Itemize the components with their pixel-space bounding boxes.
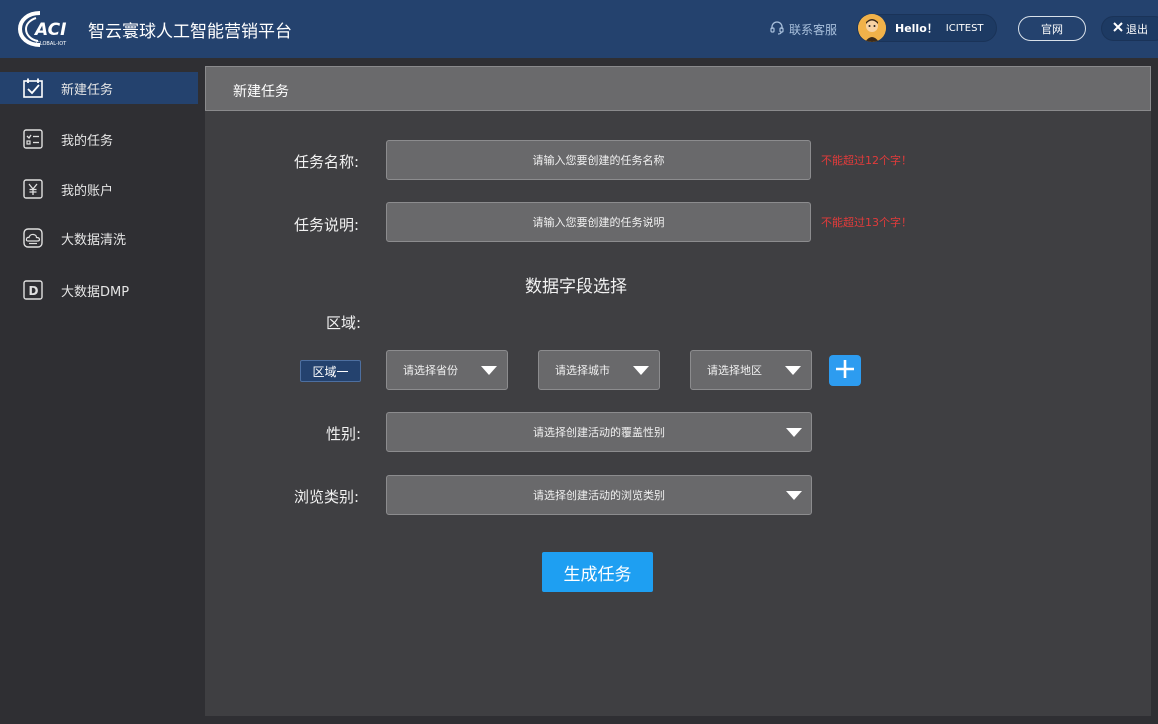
contact-support-link[interactable]: 联系客服 [769,20,837,39]
add-region-button[interactable] [829,355,861,386]
browse-category-select[interactable]: 请选择创建活动的浏览类别 [386,475,812,515]
letter-d-icon: D [22,279,44,301]
calendar-check-icon [22,77,44,99]
sidebar-item-label: 我的任务 [61,133,114,149]
username: ICITEST [945,22,984,34]
svg-text:D: D [29,284,39,298]
chevron-down-icon [481,366,497,375]
gender-select-text: 请选择创建活动的覆盖性别 [533,426,665,439]
app-title: 智云寰球人工智能营销平台 [88,22,292,42]
avatar [858,14,886,42]
plus-icon [835,359,855,383]
gender-select[interactable]: 请选择创建活动的覆盖性别 [386,412,812,452]
user-menu[interactable]: Hello！ ICITEST [857,14,997,42]
svg-text:ACI: ACI [33,20,66,40]
sidebar-item-label: 大数据DMP [61,284,130,300]
sidebar-item-dmp[interactable]: D 大数据DMP [0,274,198,306]
official-site-button[interactable]: 官网 [1018,16,1086,41]
city-select[interactable]: 请选择城市 [538,350,660,390]
province-select[interactable]: 请选择省份 [386,350,508,390]
aci-logo: ACI GLOBAL-IOT [17,9,82,49]
headset-icon [769,20,785,39]
task-name-label: 任务名称: [294,153,360,171]
task-desc-label: 任务说明: [294,216,360,234]
task-list-icon [22,128,44,150]
yuan-icon [22,178,44,200]
logout-label: 退出 [1126,22,1148,36]
task-name-hint: 不能超过12个字！ [821,154,912,167]
browse-category-select-text: 请选择创建活动的浏览类别 [533,489,665,502]
logout-button[interactable]: 退出 [1101,16,1158,41]
generate-task-button[interactable]: 生成任务 [542,552,653,592]
district-select[interactable]: 请选择地区 [690,350,812,390]
sidebar-item-my-tasks[interactable]: 我的任务 [0,123,198,155]
data-field-section-title: 数据字段选择 [525,277,627,297]
close-icon [1113,22,1123,35]
task-desc-hint: 不能超过13个字！ [821,216,912,229]
province-select-text: 请选择省份 [403,364,458,377]
sidebar-item-label: 大数据清洗 [61,232,127,248]
cloud-icon [22,227,44,249]
new-task-panel: 新建任务 任务名称: 不能超过12个字！ 任务说明: 不能超过13个字！ 数据字… [205,66,1151,716]
chevron-down-icon [786,428,802,437]
task-desc-input[interactable] [386,202,811,242]
support-label: 联系客服 [789,23,838,37]
sidebar-item-my-account[interactable]: 我的账户 [0,173,198,205]
gender-label: 性别: [326,425,362,443]
chevron-down-icon [786,491,802,500]
sidebar-item-new-task[interactable]: 新建任务 [0,72,198,104]
svg-text:GLOBAL-IOT: GLOBAL-IOT [36,41,67,47]
chevron-down-icon [785,366,801,375]
panel-title: 新建任务 [233,84,289,100]
panel-header: 新建任务 [205,66,1151,111]
top-header: ACI GLOBAL-IOT 智云寰球人工智能营销平台 联系客服 Hello！ … [0,0,1158,58]
hello-text: Hello！ [895,22,938,35]
task-name-input[interactable] [386,140,811,180]
chevron-down-icon [633,366,649,375]
city-select-text: 请选择城市 [555,364,610,377]
region-one-tag: 区域一 [300,360,361,382]
district-select-text: 请选择地区 [707,364,762,377]
sidebar: 新建任务 我的任务 我的账户 大数据清洗 D 大数据DMP [0,58,198,724]
sidebar-item-label: 新建任务 [61,82,114,98]
sidebar-item-data-cleaning[interactable]: 大数据清洗 [0,222,198,254]
browse-category-label: 浏览类别: [294,488,360,506]
region-label: 区域: [326,314,362,332]
sidebar-item-label: 我的账户 [61,183,114,199]
